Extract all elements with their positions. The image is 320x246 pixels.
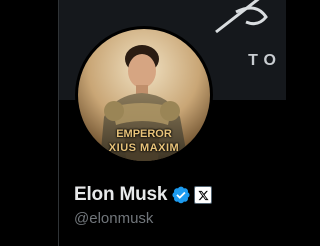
banner-text: TO: [248, 52, 282, 69]
left-nav-strip: [0, 0, 58, 246]
x-glyph-icon: [198, 190, 209, 200]
x-logo-icon[interactable]: [194, 186, 213, 204]
name-row: Elon Musk: [74, 184, 213, 206]
display-name: Elon Musk: [74, 184, 168, 205]
avatar-caption-line1: EMPEROR: [116, 128, 172, 140]
verified-badge-icon[interactable]: [171, 185, 191, 205]
avatar-caption-line2: XIUS MAXIM: [108, 142, 180, 154]
banner-logo-icon: [215, 0, 268, 34]
user-handle: @elonmusk: [74, 210, 154, 227]
avatar[interactable]: EMPEROR XIUS MAXIM: [78, 29, 210, 161]
